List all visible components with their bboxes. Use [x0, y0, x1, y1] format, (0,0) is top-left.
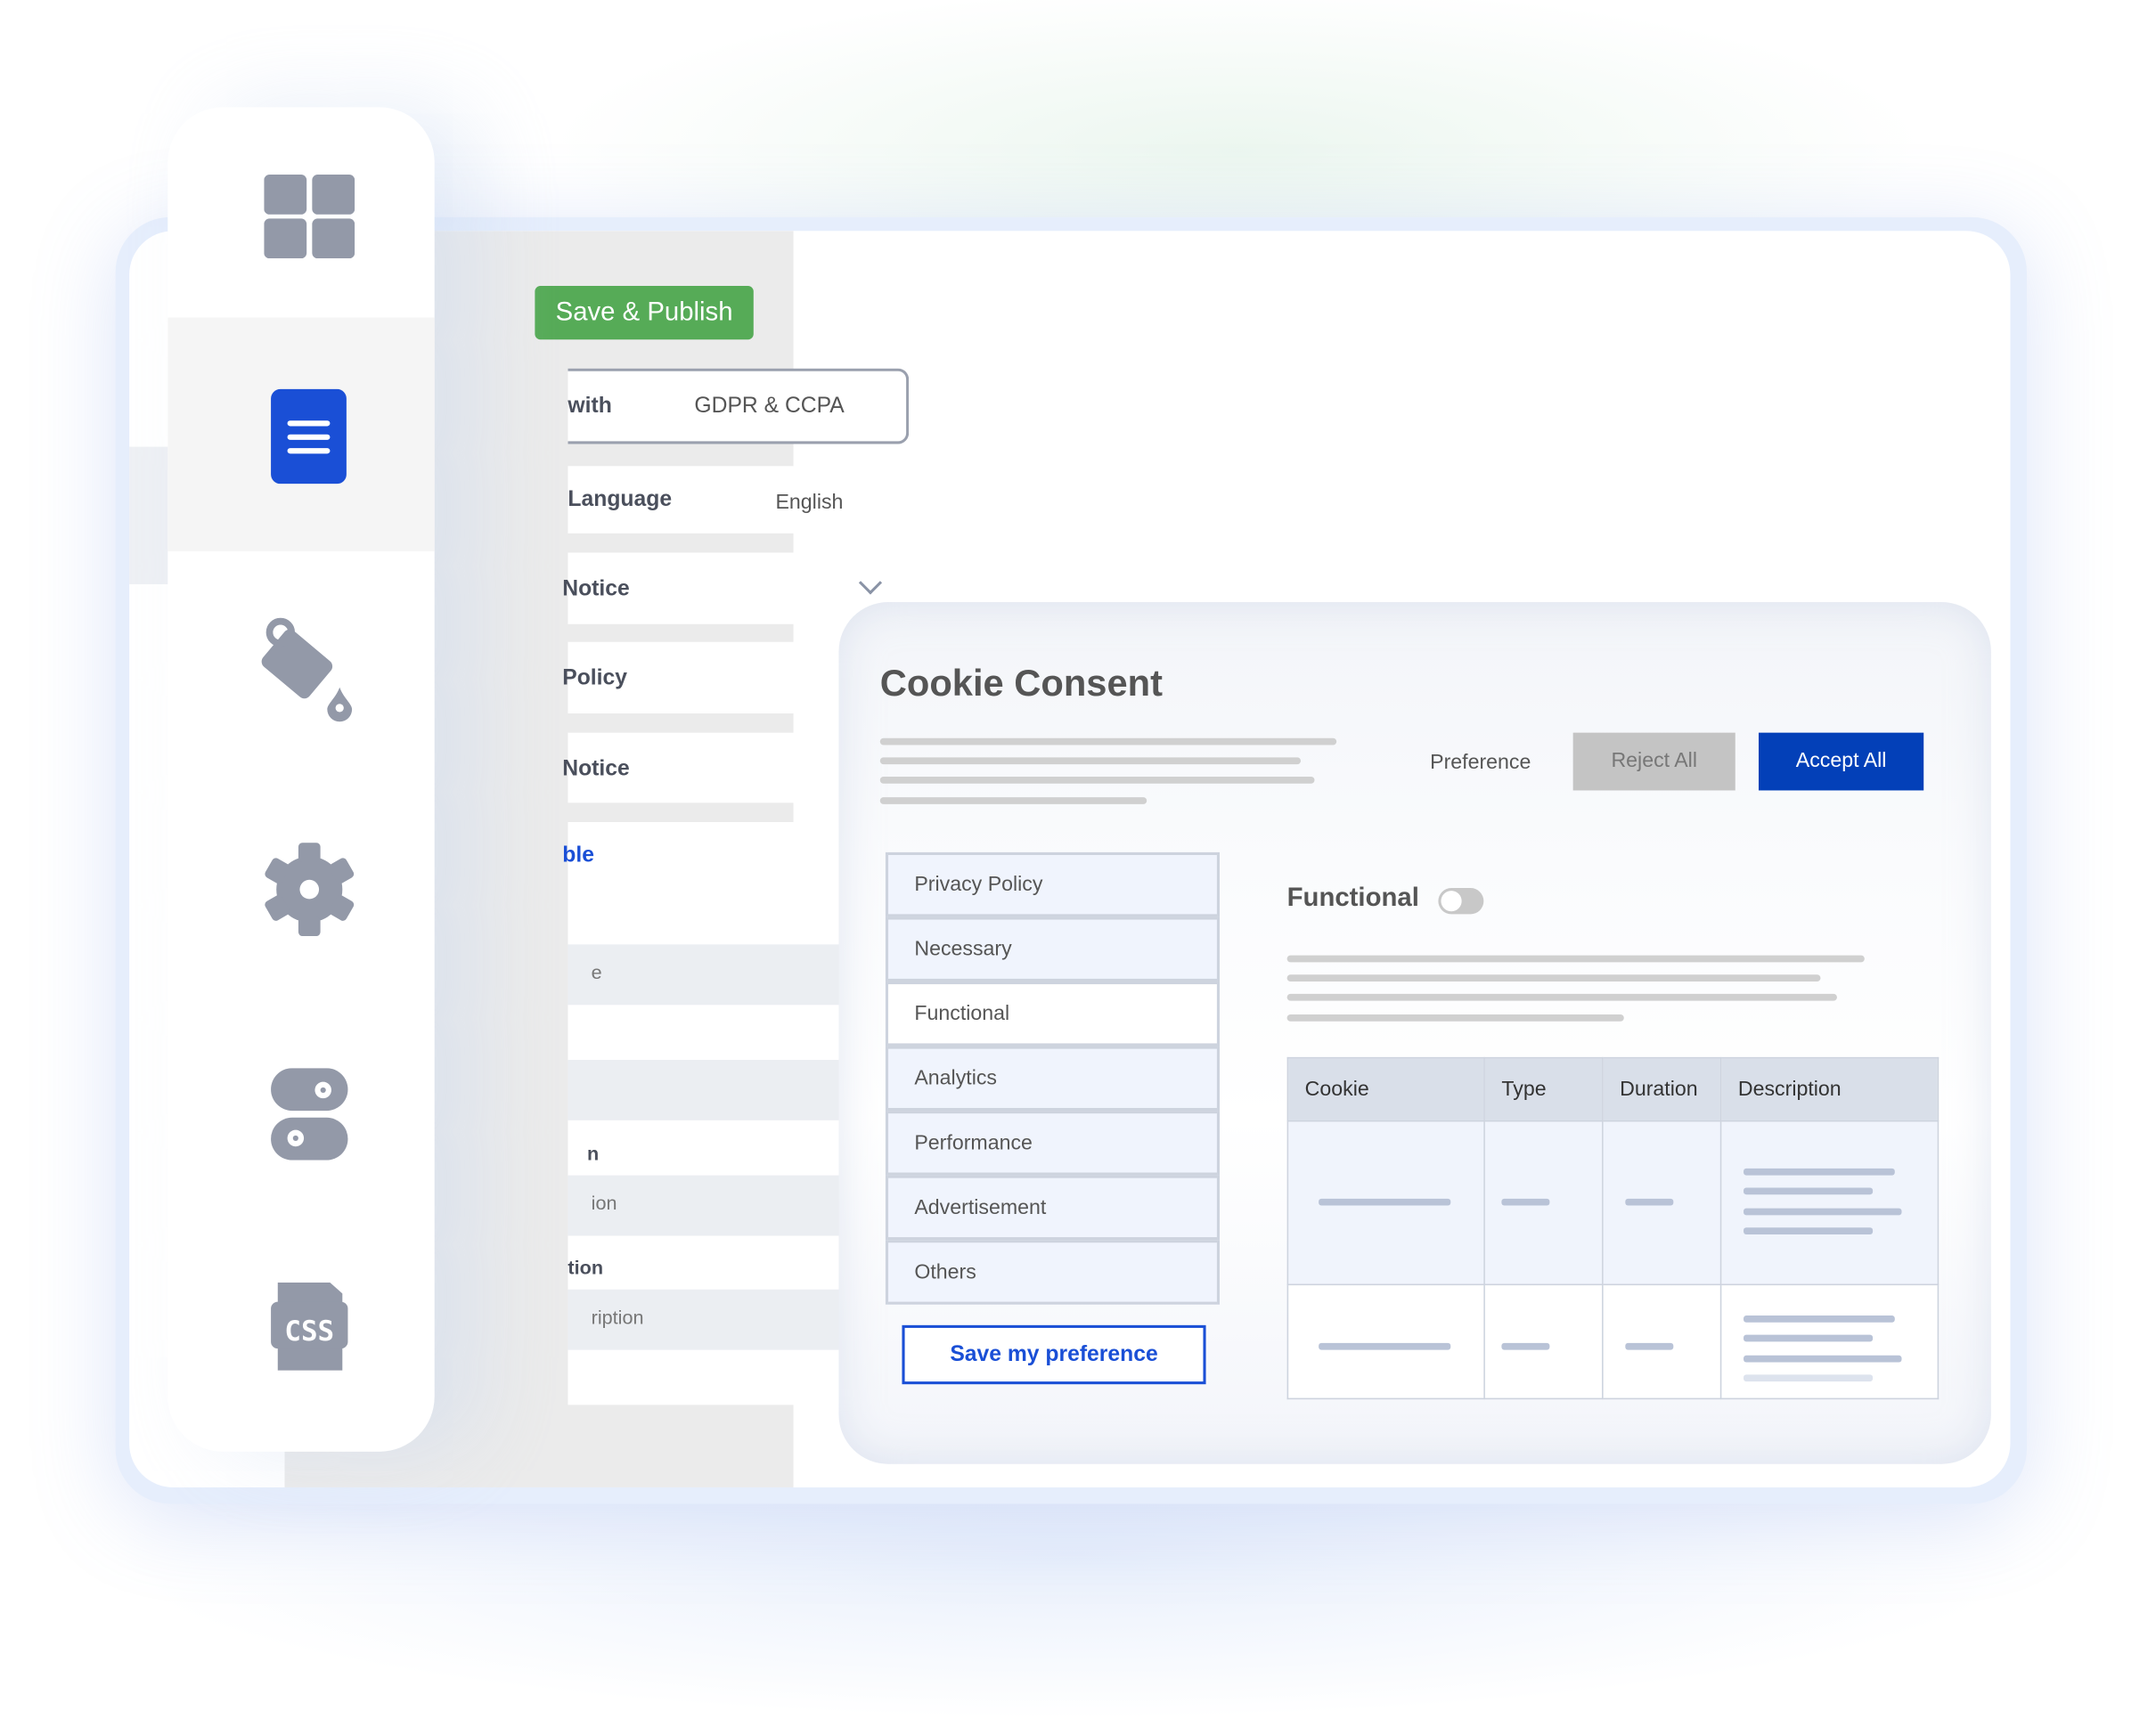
icon-sidebar: CSS [167, 107, 435, 1452]
table-header-row: Cookie Type Duration Description [1286, 1056, 1940, 1122]
language-label: Language [568, 487, 673, 512]
category-item-privacy-policy[interactable]: Privacy Policy [885, 851, 1220, 917]
paint-bucket-icon[interactable] [253, 615, 360, 722]
functional-toggle[interactable] [1438, 888, 1484, 915]
category-item-analytics[interactable]: Analytics [885, 1046, 1220, 1112]
table-row [1286, 1283, 1940, 1400]
category-item-functional[interactable]: Functional [885, 981, 1220, 1047]
section-label: Notice [562, 577, 630, 601]
text-placeholder [1286, 974, 1821, 982]
language-select[interactable]: Language English [568, 466, 910, 534]
grid-icon[interactable] [264, 175, 355, 259]
accept-all-button[interactable]: Accept All [1759, 732, 1924, 791]
text-placeholder [879, 737, 1337, 745]
language-value: English [775, 490, 844, 515]
text-placeholder [1286, 993, 1837, 1001]
document-list-icon[interactable] [271, 388, 347, 485]
chevron-down-icon [858, 571, 883, 595]
toggles-icon[interactable] [271, 1068, 348, 1161]
category-item-necessary[interactable]: Necessary [885, 916, 1220, 982]
col-duration: Duration [1602, 1056, 1722, 1122]
field-input-3[interactable]: ion [568, 1175, 875, 1236]
text-placeholder [879, 777, 1315, 784]
gear-icon[interactable] [263, 843, 356, 937]
col-description: Description [1719, 1056, 1940, 1122]
reject-all-button[interactable]: Reject All [1572, 732, 1735, 791]
category-item-performance[interactable]: Performance [885, 1111, 1220, 1176]
field-input-4[interactable]: ription [568, 1289, 875, 1350]
preview-title: Cookie Consent [879, 662, 1163, 705]
compliance-select[interactable]: with GDPR & CCPA [568, 368, 910, 444]
stage: Save & Publish with GDPR & CCPA Language E… [0, 0, 2156, 1735]
text-placeholder [879, 797, 1147, 804]
toggle-knob [1441, 891, 1462, 912]
preference-link[interactable]: Preference [1430, 751, 1531, 774]
category-item-others[interactable]: Others [885, 1240, 1220, 1305]
category-item-advertisement[interactable]: Advertisement [885, 1175, 1220, 1241]
section-label: Notice [562, 757, 630, 781]
field-input-2[interactable] [568, 1059, 875, 1120]
save-publish-button[interactable]: Save & Publish [535, 286, 754, 340]
text-placeholder [1286, 1014, 1624, 1022]
col-cookie: Cookie [1286, 1056, 1485, 1122]
css-icon-text: CSS [284, 1316, 334, 1348]
col-type: Type [1483, 1056, 1604, 1122]
detail-title: Functional [1286, 884, 1419, 913]
text-placeholder [1286, 955, 1865, 963]
save-preference-button[interactable]: Save my preference [902, 1324, 1206, 1385]
css-file-icon[interactable]: CSS [271, 1282, 348, 1371]
compliance-label: with [568, 394, 612, 419]
field-label-4: tion [568, 1256, 604, 1279]
section-label[interactable]: ble [562, 844, 594, 869]
compliance-value: GDPR & CCPA [694, 394, 845, 419]
field-input-1[interactable]: e [568, 944, 875, 1006]
section-label: Policy [562, 666, 628, 690]
cookie-consent-preview: Cookie Consent Preference Reject All Acc… [838, 602, 1991, 1464]
field-label-3: n [587, 1142, 600, 1165]
cookie-table: Cookie Type Duration Description [1286, 1056, 1940, 1400]
text-placeholder [879, 757, 1302, 765]
table-row [1286, 1120, 1940, 1286]
